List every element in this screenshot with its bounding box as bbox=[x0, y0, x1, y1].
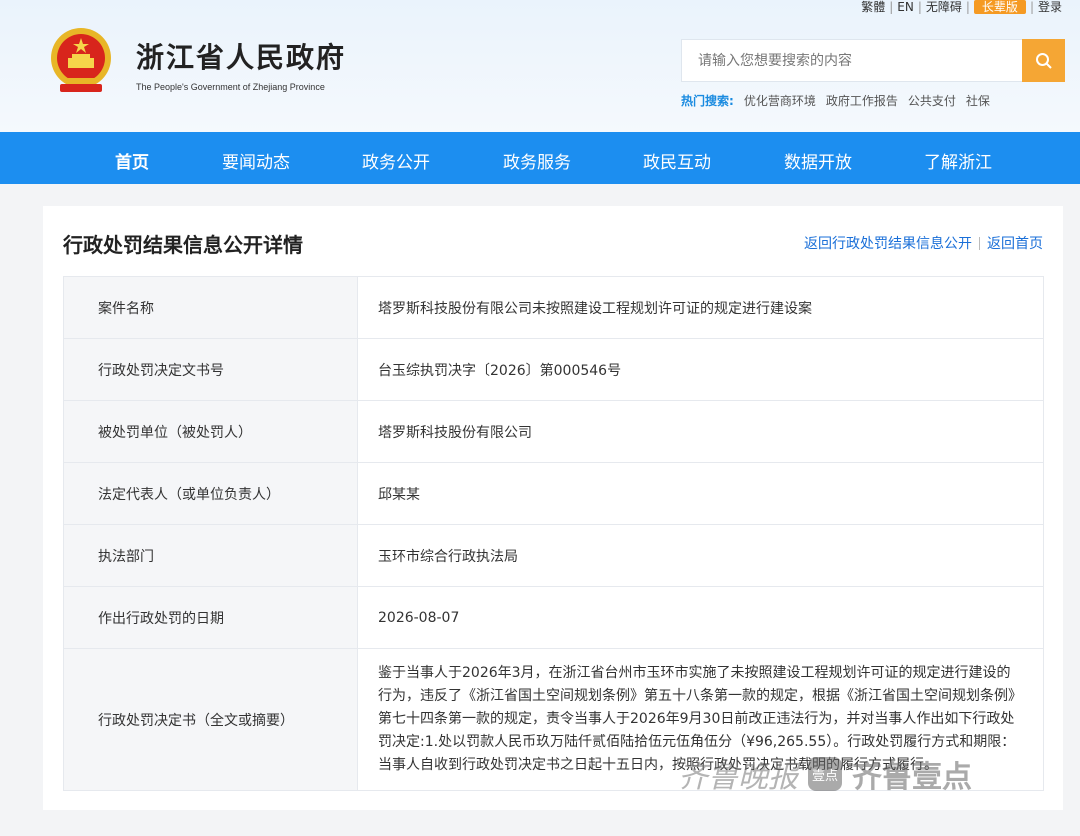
hot-search-item[interactable]: 优化营商环境 bbox=[744, 92, 816, 109]
site-title[interactable]: 浙江省人民政府 bbox=[136, 36, 346, 76]
hot-search: 热门搜索: 优化营商环境 政府工作报告 公共支付 社保 bbox=[681, 92, 990, 109]
hot-search-item[interactable]: 公共支付 bbox=[908, 92, 956, 109]
nav-gov-open[interactable]: 政务公开 bbox=[362, 148, 430, 173]
back-to-home-link[interactable]: 返回首页 bbox=[987, 233, 1043, 253]
field-value: 2026-08-07 bbox=[357, 586, 1044, 649]
field-value: 邱某某 bbox=[357, 462, 1044, 525]
search-button[interactable] bbox=[1022, 39, 1065, 82]
table-row: 被处罚单位（被处罚人） 塔罗斯科技股份有限公司 bbox=[63, 400, 1044, 463]
hot-search-item[interactable]: 政府工作报告 bbox=[826, 92, 898, 109]
field-value: 台玉综执罚决字〔2026〕第000546号 bbox=[357, 338, 1044, 401]
elder-mode-button[interactable]: 长辈版 bbox=[973, 0, 1026, 14]
field-label: 案件名称 bbox=[63, 276, 358, 339]
nav-news[interactable]: 要闻动态 bbox=[222, 148, 290, 173]
table-row: 作出行政处罚的日期 2026-08-07 bbox=[63, 586, 1044, 649]
detail-table: 案件名称 塔罗斯科技股份有限公司未按照建设工程规划许可证的规定进行建设案 行政处… bbox=[63, 276, 1044, 791]
return-links: 返回行政处罚结果信息公开 返回首页 bbox=[804, 233, 1043, 253]
watermark: 齐鲁晚报 壹点 齐鲁壹点 bbox=[678, 752, 972, 796]
hot-search-label: 热门搜索: bbox=[681, 94, 734, 108]
national-emblem-icon bbox=[51, 28, 111, 92]
field-value: 塔罗斯科技股份有限公司未按照建设工程规划许可证的规定进行建设案 bbox=[357, 276, 1044, 339]
field-value: 玉环市综合行政执法局 bbox=[357, 524, 1044, 587]
accessibility-link[interactable]: 无障碍 bbox=[922, 0, 966, 14]
site-subtitle: The People's Government of Zhejiang Prov… bbox=[136, 82, 325, 92]
search-box bbox=[681, 39, 1065, 82]
field-label: 被处罚单位（被处罚人） bbox=[63, 400, 358, 463]
field-label: 作出行政处罚的日期 bbox=[63, 586, 358, 649]
nav-about-zhejiang[interactable]: 了解浙江 bbox=[924, 148, 992, 173]
nav-home[interactable]: 首页 bbox=[115, 148, 149, 173]
watermark-badge: 壹点 bbox=[808, 757, 842, 791]
nav-interaction[interactable]: 政民互动 bbox=[643, 148, 711, 173]
english-link[interactable]: EN bbox=[893, 0, 918, 14]
page-title: 行政处罚结果信息公开详情 bbox=[63, 233, 303, 257]
watermark-logo-right: 齐鲁壹点 bbox=[852, 760, 972, 795]
main-nav: 首页 要闻动态 政务公开 政务服务 政民互动 数据开放 了解浙江 bbox=[0, 132, 1080, 184]
back-to-list-link[interactable]: 返回行政处罚结果信息公开 bbox=[804, 233, 972, 253]
nav-open-data[interactable]: 数据开放 bbox=[784, 148, 852, 173]
watermark-logo-left: 齐鲁晚报 bbox=[678, 760, 798, 795]
field-label: 行政处罚决定文书号 bbox=[63, 338, 358, 401]
field-label: 执法部门 bbox=[63, 524, 358, 587]
divider bbox=[979, 236, 980, 250]
traditional-chinese-link[interactable]: 繁體 bbox=[857, 0, 889, 14]
table-row: 行政处罚决定文书号 台玉综执罚决字〔2026〕第000546号 bbox=[63, 338, 1044, 401]
utility-bar: 繁體 | EN | 无障碍 | 长辈版 | 登录 bbox=[857, 0, 1066, 14]
field-label: 法定代表人（或单位负责人） bbox=[63, 462, 358, 525]
search-icon bbox=[1035, 52, 1052, 69]
field-value: 塔罗斯科技股份有限公司 bbox=[357, 400, 1044, 463]
nav-gov-service[interactable]: 政务服务 bbox=[503, 148, 571, 173]
hot-search-item[interactable]: 社保 bbox=[966, 92, 990, 109]
divider: | bbox=[965, 0, 970, 14]
table-row: 执法部门 玉环市综合行政执法局 bbox=[63, 524, 1044, 587]
field-label: 行政处罚决定书（全文或摘要） bbox=[63, 648, 358, 791]
detail-card: 行政处罚结果信息公开详情 返回行政处罚结果信息公开 返回首页 案件名称 塔罗斯科… bbox=[43, 206, 1063, 810]
site-header: 浙江省人民政府 The People's Government of Zheji… bbox=[0, 0, 1080, 132]
table-row: 案件名称 塔罗斯科技股份有限公司未按照建设工程规划许可证的规定进行建设案 bbox=[63, 276, 1044, 339]
search-input[interactable] bbox=[682, 40, 1022, 81]
table-row: 法定代表人（或单位负责人） 邱某某 bbox=[63, 462, 1044, 525]
login-link[interactable]: 登录 bbox=[1034, 0, 1066, 14]
